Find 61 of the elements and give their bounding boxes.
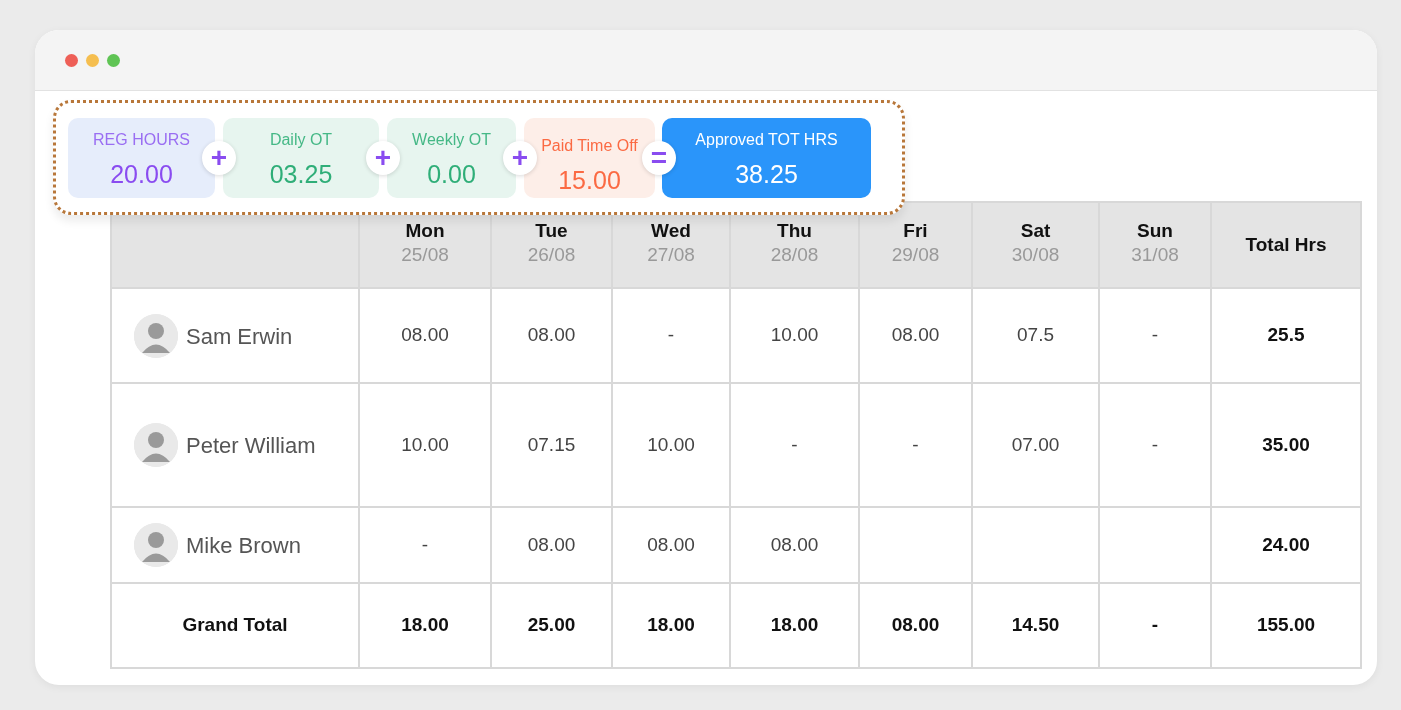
card-label: Daily OT	[268, 130, 334, 150]
person-name: Sam Erwin	[186, 323, 293, 348]
hours-cell: 07.15	[491, 383, 612, 507]
day-label: Total Hrs	[1244, 235, 1328, 255]
card-value: 03.25	[268, 159, 334, 190]
date-label: 29/08	[890, 242, 941, 267]
hours-cell: -	[612, 288, 730, 383]
day-label: Sun	[1136, 220, 1174, 241]
day-label: Sat	[1019, 220, 1052, 241]
date-label: 26/08	[526, 242, 577, 267]
hours-cell: -	[730, 383, 859, 507]
card-value: 15.00	[557, 165, 622, 196]
maximize-icon[interactable]	[107, 53, 120, 67]
grand-total-cell: 25.00	[491, 583, 612, 668]
hours-cell: 08.00	[859, 288, 972, 383]
card-label: REG HOURS	[92, 130, 191, 150]
grand-total-cell: 18.00	[359, 583, 491, 668]
day-label: Thu	[776, 220, 813, 241]
hours-cell: 07.5	[972, 288, 1099, 383]
hours-cell: 10.00	[612, 383, 730, 507]
hours-cell: -	[359, 507, 491, 583]
hours-cell: 08.00	[612, 507, 730, 583]
close-icon[interactable]	[65, 53, 78, 67]
date-label: 31/08	[1130, 242, 1180, 267]
card-value: 38.25	[734, 159, 799, 190]
date-label: 30/08	[1010, 242, 1061, 267]
hours-cell: -	[1099, 288, 1211, 383]
hours-cell: 08.00	[359, 288, 491, 383]
hours-cell: -	[1099, 383, 1211, 507]
hours-cell: 08.00	[491, 507, 612, 583]
day-label: Wed	[650, 220, 692, 241]
grand-total-label: Grand Total	[111, 583, 359, 668]
total-cell: 35.00	[1211, 383, 1361, 507]
grand-total-cell: 18.00	[730, 583, 859, 668]
hours-cell: 10.00	[359, 383, 491, 507]
card-label: Approved TOT HRS	[694, 130, 839, 150]
hours-cell: -	[859, 383, 972, 507]
hours-cell: 08.00	[491, 288, 612, 383]
day-label: Tue	[534, 220, 569, 241]
date-label: 28/08	[769, 242, 820, 267]
day-label: Fri	[902, 220, 929, 241]
hours-cell: 10.00	[730, 288, 859, 383]
hours-cell: 08.00	[730, 507, 859, 583]
hours-cell: 07.00	[972, 383, 1099, 507]
card-value: 0.00	[426, 159, 477, 190]
total-cell: 25.5	[1211, 288, 1361, 383]
grand-total-cell: 14.50	[972, 583, 1099, 668]
date-label: 25/08	[400, 242, 450, 267]
card-label: Paid Time Off	[540, 136, 639, 156]
person-name: Mike Brown	[186, 532, 301, 558]
person-name: Peter William	[186, 432, 316, 458]
grand-total-cell: 155.00	[1211, 583, 1361, 668]
grand-total-cell: 08.00	[859, 583, 972, 668]
grand-total-cell: -	[1099, 583, 1211, 668]
total-cell: 24.00	[1211, 507, 1361, 583]
card-label: Weekly OT	[411, 130, 492, 150]
card-value: 20.00	[109, 159, 174, 190]
date-label: 27/08	[646, 242, 696, 267]
grand-total-cell: 18.00	[612, 583, 730, 668]
day-label: Mon	[404, 220, 446, 241]
minimize-icon[interactable]	[86, 53, 99, 67]
